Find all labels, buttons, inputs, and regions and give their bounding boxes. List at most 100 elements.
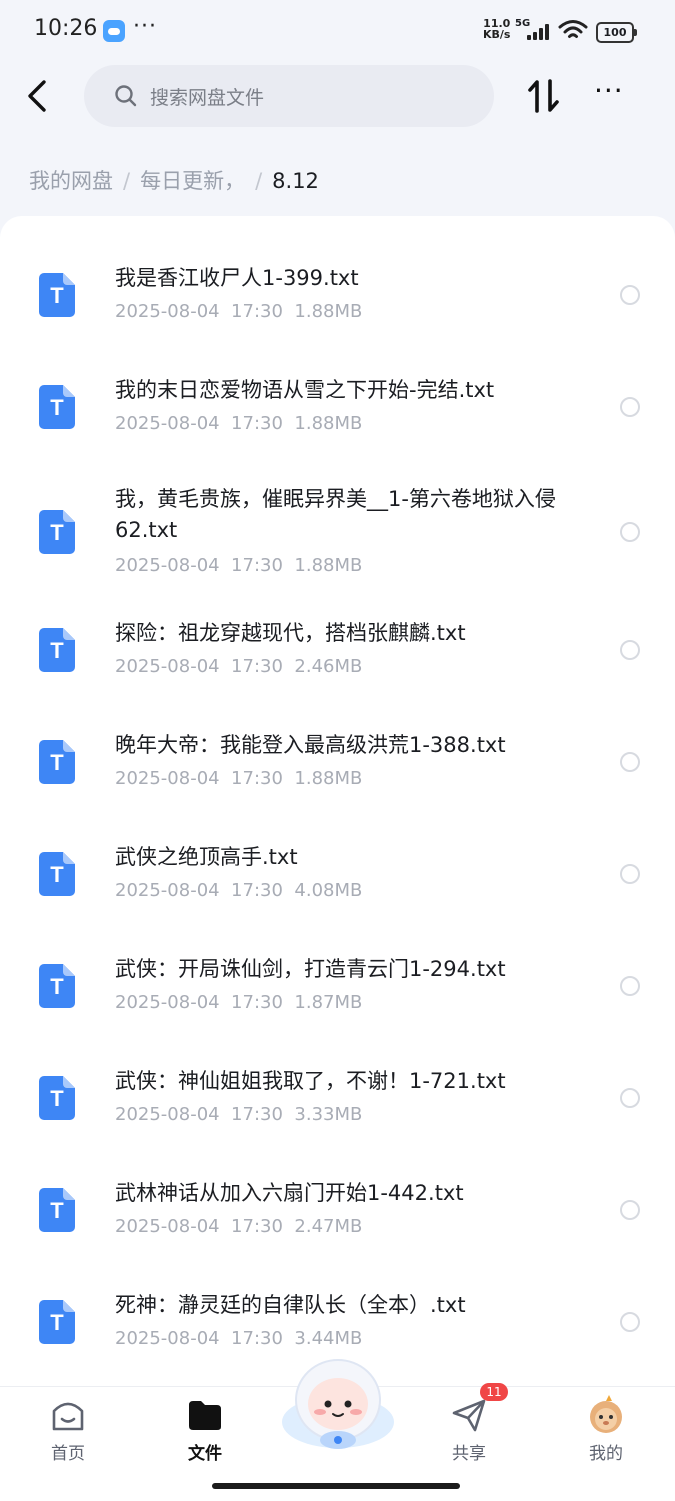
file-size: 2.47MB bbox=[294, 1216, 363, 1237]
battery-indicator: 100 bbox=[596, 22, 637, 43]
file-meta: 2025-08-04 17:30 3.44MB bbox=[115, 1328, 362, 1349]
search-input[interactable]: 搜索网盘文件 bbox=[84, 65, 494, 127]
status-time: 10:26 bbox=[34, 16, 98, 41]
file-row[interactable]: T 武侠之绝顶高手.txt 2025-08-04 17:30 4.08MB bbox=[0, 832, 675, 932]
back-arrow-icon[interactable] bbox=[22, 76, 58, 116]
select-radio[interactable] bbox=[620, 522, 640, 542]
nav-label-share: 共享 bbox=[452, 1444, 486, 1464]
file-row[interactable]: T 我的末日恋爱物语从雪之下开始-完结.txt 2025-08-04 17:30… bbox=[0, 360, 675, 460]
home-indicator[interactable] bbox=[212, 1483, 460, 1489]
assistant-mascot-icon[interactable] bbox=[278, 1352, 398, 1452]
breadcrumb-current: 8.12 bbox=[272, 169, 319, 193]
file-name: 探险：祖龙穿越现代，搭档张麒麟.txt bbox=[115, 621, 466, 645]
sort-icon[interactable] bbox=[526, 77, 562, 115]
txt-file-icon: T bbox=[39, 964, 75, 1008]
file-name: 武侠：开局诛仙剑，打造青云门1-294.txt bbox=[115, 957, 506, 981]
nav-item-share[interactable]: 共享 bbox=[429, 1395, 509, 1464]
status-more-dots: ··· bbox=[133, 14, 157, 39]
file-size: 1.88MB bbox=[294, 555, 363, 576]
file-size: 1.88MB bbox=[294, 301, 363, 322]
file-name: 我，黄毛贵族，催眠异界美__1-第六卷地狱入侵62.txt bbox=[115, 487, 556, 542]
select-radio[interactable] bbox=[620, 1088, 640, 1108]
file-name: 武林神话从加入六扇门开始1-442.txt bbox=[115, 1181, 464, 1205]
file-size: 2.46MB bbox=[294, 656, 363, 677]
more-options-button[interactable]: ··· bbox=[594, 77, 632, 108]
nav-label-me: 我的 bbox=[589, 1444, 623, 1464]
cloud-app-icon bbox=[103, 20, 125, 42]
txt-file-icon: T bbox=[39, 385, 75, 429]
breadcrumb-item-my-drive[interactable]: 我的网盘 bbox=[29, 169, 113, 193]
nav-item-me[interactable]: 我的 bbox=[566, 1395, 646, 1464]
file-name: 晚年大帝：我能登入最高级洪荒1-388.txt bbox=[115, 733, 506, 757]
file-size: 4.08MB bbox=[294, 880, 363, 901]
file-name: 武侠：神仙姐姐我取了，不谢！1-721.txt bbox=[115, 1069, 506, 1093]
select-radio[interactable] bbox=[620, 976, 640, 996]
breadcrumb-separator: / bbox=[255, 169, 263, 193]
file-meta: 2025-08-04 17:30 3.33MB bbox=[115, 1104, 362, 1125]
select-radio[interactable] bbox=[620, 1312, 640, 1332]
file-meta: 2025-08-04 17:30 1.88MB bbox=[115, 768, 362, 789]
file-row[interactable]: T 晚年大帝：我能登入最高级洪荒1-388.txt 2025-08-04 17:… bbox=[0, 720, 675, 820]
nav-item-files[interactable]: 文件 bbox=[165, 1395, 245, 1464]
status-bar: 10:26 ··· 11.0 KB/s 5G 100 bbox=[0, 0, 675, 62]
file-row[interactable]: T 探险：祖龙穿越现代，搭档张麒麟.txt 2025-08-04 17:30 2… bbox=[0, 608, 675, 708]
select-radio[interactable] bbox=[620, 864, 640, 884]
select-radio[interactable] bbox=[620, 397, 640, 417]
send-icon bbox=[452, 1399, 486, 1432]
txt-file-icon: T bbox=[39, 628, 75, 672]
breadcrumb: 我的网盘 / 每日更新， / 8.12 bbox=[29, 165, 319, 195]
file-date: 2025-08-04 17:30 bbox=[115, 413, 283, 434]
file-meta: 2025-08-04 17:30 1.87MB bbox=[115, 992, 362, 1013]
file-size: 3.44MB bbox=[294, 1328, 363, 1349]
file-date: 2025-08-04 17:30 bbox=[115, 555, 283, 576]
home-icon bbox=[52, 1402, 84, 1431]
search-icon bbox=[115, 85, 137, 107]
file-meta: 2025-08-04 17:30 1.88MB bbox=[115, 301, 362, 322]
file-name: 我的末日恋爱物语从雪之下开始-完结.txt bbox=[115, 378, 495, 402]
nav-label-files: 文件 bbox=[188, 1444, 222, 1464]
txt-file-icon: T bbox=[39, 1300, 75, 1344]
txt-file-icon: T bbox=[39, 273, 75, 317]
notification-badge: 11 bbox=[480, 1383, 508, 1401]
select-radio[interactable] bbox=[620, 1200, 640, 1220]
file-date: 2025-08-04 17:30 bbox=[115, 992, 283, 1013]
breadcrumb-separator: / bbox=[123, 169, 131, 193]
file-meta: 2025-08-04 17:30 1.88MB bbox=[115, 413, 362, 434]
file-name: 武侠之绝顶高手.txt bbox=[115, 845, 298, 869]
file-meta: 2025-08-04 17:30 4.08MB bbox=[115, 880, 362, 901]
file-size: 1.88MB bbox=[294, 413, 363, 434]
file-meta: 2025-08-04 17:30 1.88MB bbox=[115, 555, 362, 576]
file-meta: 2025-08-04 17:30 2.47MB bbox=[115, 1216, 362, 1237]
folder-icon bbox=[189, 1401, 221, 1430]
nav-item-home[interactable]: 首页 bbox=[28, 1395, 108, 1464]
txt-file-icon: T bbox=[39, 1076, 75, 1120]
signal-icon bbox=[527, 24, 551, 40]
file-row[interactable]: T 武林神话从加入六扇门开始1-442.txt 2025-08-04 17:30… bbox=[0, 1168, 675, 1268]
file-list: T 我是香江收尸人1-399.txt 2025-08-04 17:30 1.88… bbox=[0, 216, 675, 1386]
txt-file-icon: T bbox=[39, 510, 75, 554]
file-size: 1.87MB bbox=[294, 992, 363, 1013]
breadcrumb-item-daily-update[interactable]: 每日更新， bbox=[140, 169, 245, 193]
net-speed-unit: KB/s bbox=[483, 28, 511, 41]
file-row[interactable]: T 武侠：开局诛仙剑，打造青云门1-294.txt 2025-08-04 17:… bbox=[0, 944, 675, 1044]
file-date: 2025-08-04 17:30 bbox=[115, 768, 283, 789]
select-radio[interactable] bbox=[620, 640, 640, 660]
file-date: 2025-08-04 17:30 bbox=[115, 1216, 283, 1237]
file-row[interactable]: T 武侠：神仙姐姐我取了，不谢！1-721.txt 2025-08-04 17:… bbox=[0, 1056, 675, 1156]
file-date: 2025-08-04 17:30 bbox=[115, 880, 283, 901]
file-date: 2025-08-04 17:30 bbox=[115, 301, 283, 322]
file-name: 我是香江收尸人1-399.txt bbox=[115, 266, 359, 290]
avatar-icon bbox=[590, 1395, 622, 1433]
select-radio[interactable] bbox=[620, 752, 640, 772]
file-size: 1.88MB bbox=[294, 768, 363, 789]
file-row[interactable]: T 我是香江收尸人1-399.txt 2025-08-04 17:30 1.88… bbox=[0, 248, 675, 348]
file-date: 2025-08-04 17:30 bbox=[115, 656, 283, 677]
txt-file-icon: T bbox=[39, 740, 75, 784]
file-row[interactable]: T 我，黄毛贵族，催眠异界美__1-第六卷地狱入侵62.txt 2025-08-… bbox=[0, 472, 675, 596]
txt-file-icon: T bbox=[39, 852, 75, 896]
select-radio[interactable] bbox=[620, 285, 640, 305]
file-date: 2025-08-04 17:30 bbox=[115, 1104, 283, 1125]
net-speed: 11.0 KB/s bbox=[483, 18, 510, 40]
file-name: 死神：瀞灵廷的自律队长（全本）.txt bbox=[115, 1293, 466, 1317]
file-size: 3.33MB bbox=[294, 1104, 363, 1125]
